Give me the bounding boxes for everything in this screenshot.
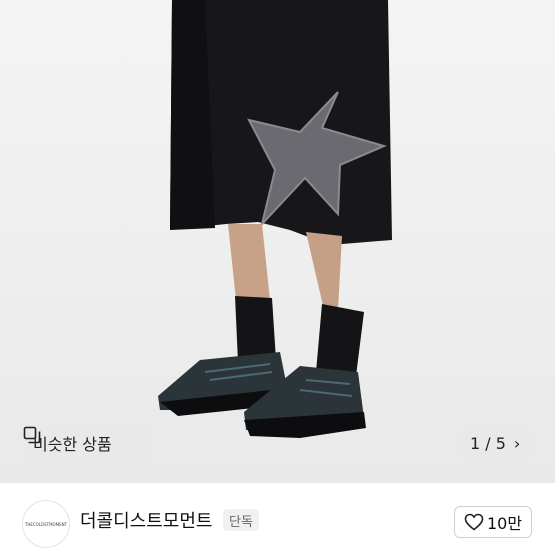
gallery-counter[interactable]: 1 / 5 › — [460, 426, 532, 460]
similar-items-button[interactable]: 비슷한 상품 — [23, 426, 150, 460]
chevron-right-icon[interactable]: › — [514, 434, 520, 453]
like-count: 10만 — [486, 514, 523, 533]
exclusive-badge: 단독 — [223, 509, 259, 531]
heart-outline-icon — [464, 513, 484, 531]
like-button[interactable]: 10만 — [454, 506, 532, 538]
gallery-counter-text: 1 / 5 — [470, 433, 506, 453]
brand-name[interactable]: 더콜디스트모먼트 — [80, 507, 212, 533]
product-photo-illustration — [0, 0, 555, 483]
brand-bar: THECOLDSTMOMENT 더콜디스트모먼트 단독 10만 — [0, 483, 555, 555]
product-photo[interactable]: 비슷한 상품 1 / 5 › — [0, 0, 555, 483]
brand-logo-text: THECOLDSTMOMENT — [24, 521, 68, 527]
similar-items-icon — [23, 426, 41, 444]
similar-items-label: 비슷한 상품 — [33, 435, 112, 454]
brand-logo[interactable]: THECOLDSTMOMENT — [22, 500, 70, 548]
